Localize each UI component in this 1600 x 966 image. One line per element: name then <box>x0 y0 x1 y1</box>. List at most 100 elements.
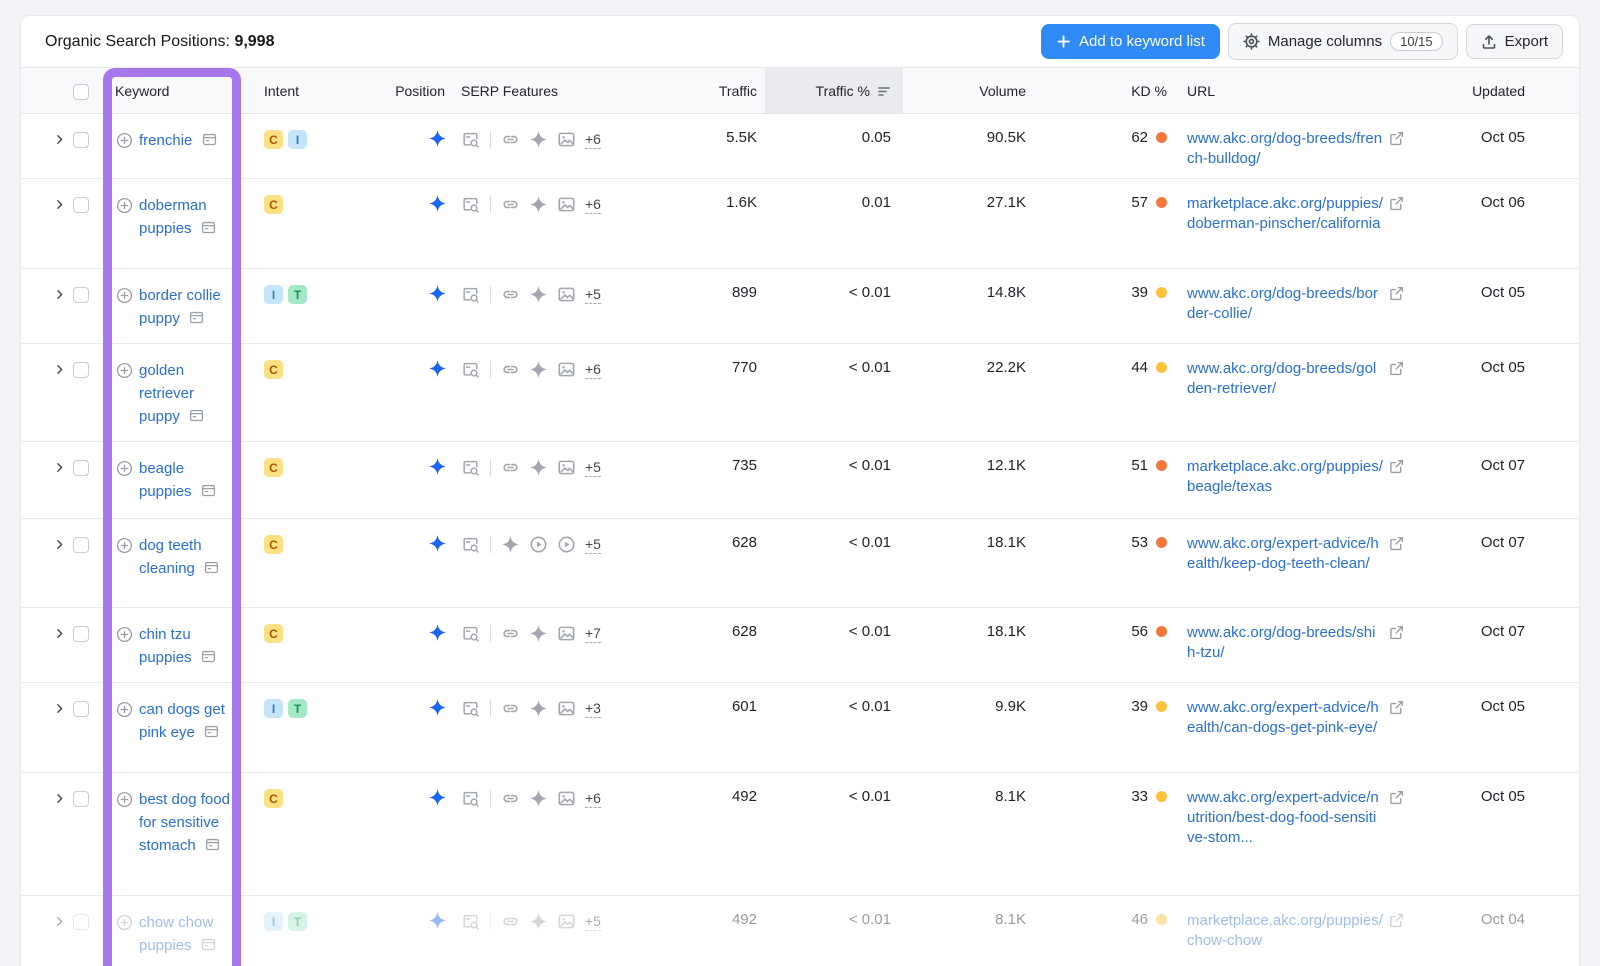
external-link-icon[interactable] <box>1389 196 1404 211</box>
serp-more-link[interactable]: +5 <box>585 286 601 304</box>
serp-preview-icon[interactable] <box>461 195 480 214</box>
row-expander[interactable] <box>45 623 73 640</box>
serp-snapshot-icon[interactable] <box>201 220 216 235</box>
select-all-checkbox[interactable] <box>73 84 89 100</box>
add-keyword-plus-icon[interactable] <box>116 197 133 214</box>
row-checkbox[interactable] <box>73 362 89 378</box>
serp-snapshot-icon[interactable] <box>201 483 216 498</box>
serp-more-link[interactable]: +3 <box>585 700 601 718</box>
row-checkbox[interactable] <box>73 197 89 213</box>
serp-more-link[interactable]: +5 <box>585 913 601 931</box>
external-link-icon[interactable] <box>1389 131 1404 146</box>
serp-snapshot-icon[interactable] <box>201 649 216 664</box>
keyword-link[interactable]: beagle puppies <box>116 457 249 503</box>
external-link-icon[interactable] <box>1389 459 1404 474</box>
export-button[interactable]: Export <box>1466 24 1563 59</box>
external-link-icon[interactable] <box>1389 625 1404 640</box>
add-keyword-plus-icon[interactable] <box>116 362 133 379</box>
row-checkbox[interactable] <box>73 626 89 642</box>
external-link-icon[interactable] <box>1389 790 1404 805</box>
row-expander[interactable] <box>45 534 73 551</box>
serp-preview-icon[interactable] <box>461 789 480 808</box>
url-link[interactable]: www.akc.org/dog-breeds/border-collie/ <box>1187 284 1383 324</box>
row-checkbox[interactable] <box>73 132 89 148</box>
serp-more-link[interactable]: +6 <box>585 790 601 808</box>
keyword-link[interactable]: dog teeth cleaning <box>116 534 249 580</box>
row-checkbox[interactable] <box>73 460 89 476</box>
serp-preview-icon[interactable] <box>461 285 480 304</box>
external-link-icon[interactable] <box>1389 536 1404 551</box>
row-expander[interactable] <box>45 911 73 928</box>
row-expander[interactable] <box>45 698 73 715</box>
url-link[interactable]: www.akc.org/expert-advice/nutrition/best… <box>1187 788 1383 848</box>
serp-preview-icon[interactable] <box>461 699 480 718</box>
serp-more-link[interactable]: +7 <box>585 625 601 643</box>
serp-snapshot-icon[interactable] <box>204 724 219 739</box>
keyword-link[interactable]: doberman puppies <box>116 194 249 240</box>
add-keyword-plus-icon[interactable] <box>116 132 133 149</box>
column-header-position[interactable]: Position <box>321 68 453 113</box>
external-link-icon[interactable] <box>1389 913 1404 928</box>
add-keyword-plus-icon[interactable] <box>116 701 133 718</box>
row-expander[interactable] <box>45 788 73 805</box>
row-expander[interactable] <box>45 284 73 301</box>
add-to-keyword-list-button[interactable]: Add to keyword list <box>1041 24 1220 59</box>
keyword-link[interactable]: golden retriever puppy <box>116 359 249 428</box>
serp-preview-icon[interactable] <box>461 130 480 149</box>
external-link-icon[interactable] <box>1389 361 1404 376</box>
column-header-kd[interactable]: KD % <box>1038 68 1173 113</box>
keyword-link[interactable]: best dog food for sensitive stomach <box>116 788 249 857</box>
keyword-link[interactable]: border collie puppy <box>116 284 249 330</box>
external-link-icon[interactable] <box>1389 700 1404 715</box>
url-link[interactable]: marketplace.akc.org/puppies/doberman-pin… <box>1187 194 1383 234</box>
serp-preview-icon[interactable] <box>461 360 480 379</box>
serp-preview-icon[interactable] <box>461 535 480 554</box>
external-link-icon[interactable] <box>1389 286 1404 301</box>
row-checkbox[interactable] <box>73 537 89 553</box>
url-link[interactable]: www.akc.org/expert-advice/health/keep-do… <box>1187 534 1383 574</box>
serp-snapshot-icon[interactable] <box>202 132 217 147</box>
row-checkbox[interactable] <box>73 791 89 807</box>
serp-preview-icon[interactable] <box>461 458 480 477</box>
serp-snapshot-icon[interactable] <box>204 560 219 575</box>
serp-more-link[interactable]: +6 <box>585 196 601 214</box>
row-expander[interactable] <box>45 359 73 376</box>
row-expander[interactable] <box>45 129 73 146</box>
row-checkbox[interactable] <box>73 287 89 303</box>
row-checkbox[interactable] <box>73 914 89 930</box>
add-keyword-plus-icon[interactable] <box>116 791 133 808</box>
column-header-traffic-pct[interactable]: Traffic % <box>765 68 903 113</box>
serp-preview-icon[interactable] <box>461 912 480 931</box>
serp-snapshot-icon[interactable] <box>201 937 216 952</box>
serp-snapshot-icon[interactable] <box>205 837 220 852</box>
serp-more-link[interactable]: +5 <box>585 459 601 477</box>
keyword-link[interactable]: chow chow puppies <box>116 911 249 957</box>
keyword-link[interactable]: frenchie <box>116 129 249 152</box>
url-link[interactable]: marketplace.akc.org/puppies/beagle/texas <box>1187 457 1383 497</box>
serp-more-link[interactable]: +5 <box>585 536 601 554</box>
add-keyword-plus-icon[interactable] <box>116 537 133 554</box>
column-header-updated[interactable]: Updated <box>1421 68 1580 113</box>
url-link[interactable]: marketplace.akc.org/puppies/chow-chow <box>1187 911 1383 951</box>
url-link[interactable]: www.akc.org/dog-breeds/golden-retriever/ <box>1187 359 1383 399</box>
serp-preview-icon[interactable] <box>461 624 480 643</box>
keyword-link[interactable]: chin tzu puppies <box>116 623 249 669</box>
serp-more-link[interactable]: +6 <box>585 131 601 149</box>
row-expander[interactable] <box>45 457 73 474</box>
row-checkbox[interactable] <box>73 701 89 717</box>
row-expander[interactable] <box>45 194 73 211</box>
add-keyword-plus-icon[interactable] <box>116 626 133 643</box>
serp-more-link[interactable]: +6 <box>585 361 601 379</box>
url-link[interactable]: www.akc.org/dog-breeds/french-bulldog/ <box>1187 129 1383 169</box>
serp-snapshot-icon[interactable] <box>189 408 204 423</box>
url-link[interactable]: www.akc.org/expert-advice/health/can-dog… <box>1187 698 1383 738</box>
column-header-volume[interactable]: Volume <box>903 68 1038 113</box>
column-header-traffic[interactable]: Traffic <box>613 68 765 113</box>
keyword-link[interactable]: can dogs get pink eye <box>116 698 249 744</box>
add-keyword-plus-icon[interactable] <box>116 287 133 304</box>
url-link[interactable]: www.akc.org/dog-breeds/shih-tzu/ <box>1187 623 1383 663</box>
serp-snapshot-icon[interactable] <box>189 310 204 325</box>
add-keyword-plus-icon[interactable] <box>116 914 133 931</box>
add-keyword-plus-icon[interactable] <box>116 460 133 477</box>
manage-columns-button[interactable]: Manage columns 10/15 <box>1228 23 1458 60</box>
